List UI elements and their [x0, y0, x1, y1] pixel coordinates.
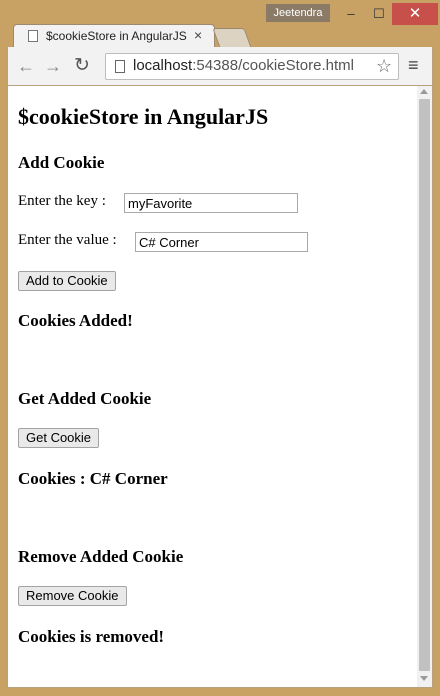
address-bar[interactable]: localhost:54388/cookieStore.html ☆ — [105, 53, 399, 80]
page-viewport: $cookieStore in AngularJS Add Cookie Ent… — [7, 85, 433, 688]
browser-window: Jeetendra – ☐ ✕ $cookieStore in AngularJ… — [0, 0, 440, 696]
minimize-button[interactable]: – — [336, 3, 366, 25]
scroll-up-arrow-icon[interactable] — [420, 89, 428, 94]
bookmark-star-icon[interactable]: ☆ — [376, 56, 392, 77]
add-cookie-heading: Add Cookie — [18, 153, 105, 172]
get-cookie-heading: Get Added Cookie — [18, 389, 152, 408]
vertical-scrollbar[interactable] — [417, 86, 432, 687]
close-tab-icon[interactable]: × — [194, 27, 202, 43]
url-host: localhost — [133, 57, 193, 74]
close-window-button[interactable]: ✕ — [392, 3, 438, 25]
scrollbar-thumb[interactable] — [419, 99, 430, 671]
page-icon — [28, 30, 38, 42]
cookies-removed-status: Cookies is removed! — [18, 627, 165, 646]
cookies-added-status: Cookies Added! — [18, 311, 133, 330]
get-cookie-button[interactable]: Get Cookie — [18, 428, 100, 448]
value-label: Enter the value : — [18, 232, 117, 248]
key-input[interactable] — [124, 193, 298, 213]
page-title: $cookieStore in AngularJS — [18, 104, 269, 129]
scroll-down-arrow-icon[interactable] — [420, 676, 428, 681]
forward-arrow-icon[interactable]: → — [44, 56, 62, 77]
tab-title: $cookieStore in AngularJS — [46, 29, 187, 43]
browser-toolbar: ← → ↻ localhost:54388/cookieStore.html ☆… — [7, 47, 433, 85]
cookie-result: Cookies : C# Corner — [18, 469, 168, 488]
key-label: Enter the key : — [18, 193, 106, 209]
add-to-cookie-button[interactable]: Add to Cookie — [18, 271, 116, 291]
url-path: :54388/cookieStore.html — [192, 57, 354, 74]
page-icon — [115, 60, 125, 73]
title-bar: Jeetendra – ☐ ✕ $cookieStore in AngularJ… — [0, 0, 440, 48]
remove-cookie-button[interactable]: Remove Cookie — [18, 586, 127, 606]
user-profile-badge[interactable]: Jeetendra — [266, 4, 330, 22]
hamburger-menu-icon[interactable]: ≡ — [408, 55, 419, 76]
back-arrow-icon[interactable]: ← — [17, 56, 35, 77]
new-tab-button[interactable] — [212, 28, 252, 48]
value-input[interactable] — [135, 232, 308, 252]
browser-tab[interactable]: $cookieStore in AngularJS × — [13, 24, 215, 48]
maximize-button[interactable]: ☐ — [366, 3, 392, 25]
url-text: localhost:54388/cookieStore.html — [133, 57, 354, 74]
remove-cookie-heading: Remove Added Cookie — [18, 547, 184, 566]
reload-icon[interactable]: ↻ — [74, 54, 90, 77]
